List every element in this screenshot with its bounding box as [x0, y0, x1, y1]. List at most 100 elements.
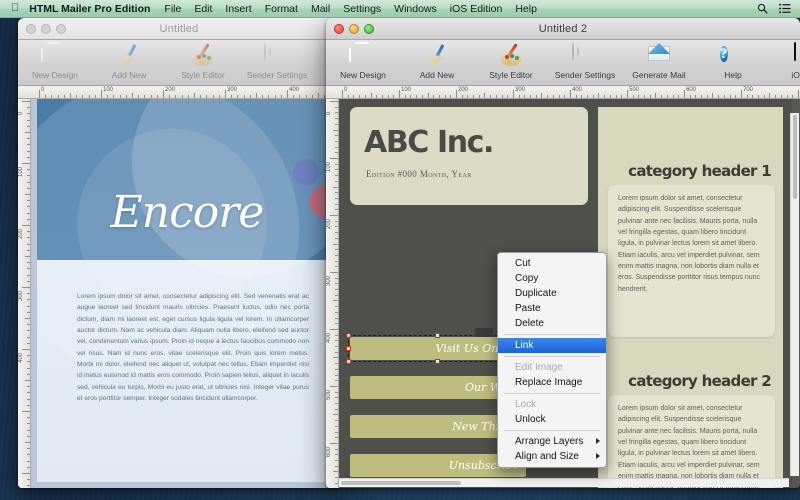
menu-item-insert[interactable]: Insert [225, 3, 251, 15]
ruler-tick [359, 95, 360, 98]
context-menu-item-unlock[interactable]: Unlock [498, 412, 606, 427]
scrollbar-thumb[interactable] [793, 115, 797, 199]
ruler-label: 100 [18, 166, 24, 177]
toolbar-button-new-design[interactable]: New Design [18, 43, 92, 80]
selection-grab-tab[interactable] [475, 328, 493, 337]
ruler-tick [530, 95, 531, 98]
list-icon[interactable] [779, 3, 791, 14]
toolbar-button-ios-app[interactable]: iOS App [770, 42, 800, 80]
context-menu-item-align-and-size[interactable]: Align and Size [498, 449, 606, 464]
ruler-tick [213, 95, 214, 98]
ruler-tick [547, 95, 548, 98]
ruler-tick [335, 466, 338, 467]
category-header-2[interactable]: category header 2 [604, 372, 772, 390]
window2-horizontal-scrollbar[interactable] [339, 478, 789, 487]
menu-item-edit[interactable]: Edit [194, 3, 212, 15]
masthead-subtitle[interactable]: Edition #000 Month, Year [366, 169, 472, 179]
ruler-tick [22, 101, 30, 102]
ruler-label: 600 [686, 87, 697, 93]
ruler-tick [638, 95, 639, 98]
window2-vertical-scrollbar[interactable] [790, 113, 799, 476]
ruler-tick [219, 95, 220, 98]
ruler-label: 0 [344, 87, 348, 93]
encore-body-text[interactable]: Lorem ipsum dolor sit amet, consectetur … [77, 291, 309, 404]
menu-item-file[interactable]: File [164, 3, 181, 15]
toolbar-button-generate-mail[interactable]: Generate Mail [622, 43, 696, 80]
category-body-card-1[interactable]: Lorem ipsum dolor sit amet, consectetur … [608, 185, 775, 337]
ruler-tick [51, 95, 52, 98]
ruler-tick [306, 95, 307, 98]
menu-item-mail[interactable]: Mail [311, 3, 330, 15]
right-column[interactable]: category header 1 Lorem ipsum dolor sit … [598, 107, 783, 488]
toolbar-button-new-design[interactable]: New Design [326, 43, 400, 80]
category-header-1[interactable]: category header 1 [604, 162, 772, 180]
context-menu-item-arrange-layers[interactable]: Arrange Layers [498, 434, 606, 449]
resize-handle-top-left[interactable] [346, 333, 351, 338]
category-body-1[interactable]: Lorem ipsum dolor sit amet, consectetur … [618, 193, 765, 295]
resize-handle-bottom-center[interactable] [435, 359, 440, 364]
toolbar-button-style-editor[interactable]: Style Editor [474, 43, 548, 80]
category-body-2[interactable]: Lorem ipsum dolor sit amet, consectetur … [618, 403, 765, 488]
search-icon[interactable] [757, 3, 768, 14]
ruler-tick [27, 485, 30, 486]
ruler-tick [496, 95, 497, 98]
masthead-block[interactable]: ABC Inc. Edition #000 Month, Year [350, 107, 588, 205]
menu-item-help[interactable]: Help [515, 3, 537, 15]
window1-titlebar[interactable]: Untitled [18, 18, 340, 40]
menu-item-ios-edition[interactable]: iOS Edition [450, 3, 503, 15]
ruler-tick [144, 95, 145, 98]
ruler-tick [27, 386, 30, 387]
window-untitled[interactable]: Untitled New Design Add New Style Editor… [18, 18, 340, 488]
ruler-tick [287, 90, 288, 98]
context-menu-item-replace-image[interactable]: Replace Image [498, 375, 606, 390]
toolbar-button-style-editor[interactable]: Style Editor [166, 43, 240, 80]
toolbar-button-add-new[interactable]: Add New [400, 43, 474, 80]
context-menu-item-duplicate[interactable]: Duplicate [498, 286, 606, 301]
window2-titlebar[interactable]: Untitled 2 [326, 18, 800, 40]
resize-handle-bottom-left[interactable] [346, 359, 351, 364]
encore-title[interactable]: Encore [37, 187, 337, 238]
toolbar-button-help[interactable]: ? Help [696, 43, 770, 80]
ruler-tick [22, 287, 30, 288]
window1-toolbar[interactable]: New Design Add New Style Editor Sender S… [18, 40, 340, 86]
menu-item-settings[interactable]: Settings [343, 3, 381, 15]
ruler-tick [200, 95, 201, 98]
category-body-card-2[interactable]: Lorem ipsum dolor sit amet, consectetur … [608, 395, 775, 488]
context-menu-item-delete[interactable]: Delete [498, 316, 606, 331]
ruler-tick [27, 293, 30, 294]
ruler-tick [27, 219, 30, 220]
ruler-tick [433, 95, 434, 98]
context-menu-item-paste[interactable]: Paste [498, 301, 606, 316]
ruler-tick [724, 95, 725, 98]
masthead-title[interactable]: ABC Inc. [364, 125, 494, 160]
add-new-brush-icon [424, 43, 450, 69]
ios-app-icon [794, 42, 800, 69]
ruler-tick [775, 95, 776, 98]
context-menu-item-link[interactable]: Link [498, 338, 606, 353]
context-menu-item-cut[interactable]: Cut [498, 256, 606, 271]
context-menu[interactable]: Cut Copy Duplicate Paste Delete Link Edit Imag… [497, 252, 607, 468]
resize-handle-top-center[interactable] [435, 333, 440, 338]
ruler-tick [27, 113, 30, 114]
scrollbar-thumb[interactable] [341, 481, 461, 485]
resize-handle-middle-left[interactable] [346, 345, 351, 351]
ruler-tick [27, 324, 30, 325]
context-menu-item-copy[interactable]: Copy [498, 271, 606, 286]
ruler-tick [752, 95, 753, 98]
window1-title: Untitled [159, 22, 199, 35]
apple-logo-icon[interactable]:  [11, 3, 19, 14]
menu-item-format[interactable]: Format [265, 3, 298, 15]
toolbar-button-sender-settings[interactable]: Sender Settings [240, 42, 314, 80]
toolbar-button-sender-settings[interactable]: Sender Settings [548, 42, 622, 80]
window2-toolbar[interactable]: New Design Add New Style Editor Sender S… [326, 40, 800, 86]
ruler-tick [27, 368, 30, 369]
ruler-tick [25, 442, 30, 443]
toolbar-button-add-new[interactable]: Add New [92, 43, 166, 80]
encore-document-page[interactable]: Encore Lorem ipsum dolor sit amet, conse… [37, 99, 337, 482]
menu-item-windows[interactable]: Windows [394, 3, 437, 15]
window1-canvas[interactable]: 0 100 200 300 400 Encore Lorem ipsum dolor s… [18, 99, 340, 488]
toolbar-label: Add New [419, 70, 455, 80]
menu-app-name[interactable]: HTML Mailer Pro Edition [29, 3, 150, 15]
ruler-tick [132, 93, 133, 98]
ruler-tick [95, 95, 96, 98]
